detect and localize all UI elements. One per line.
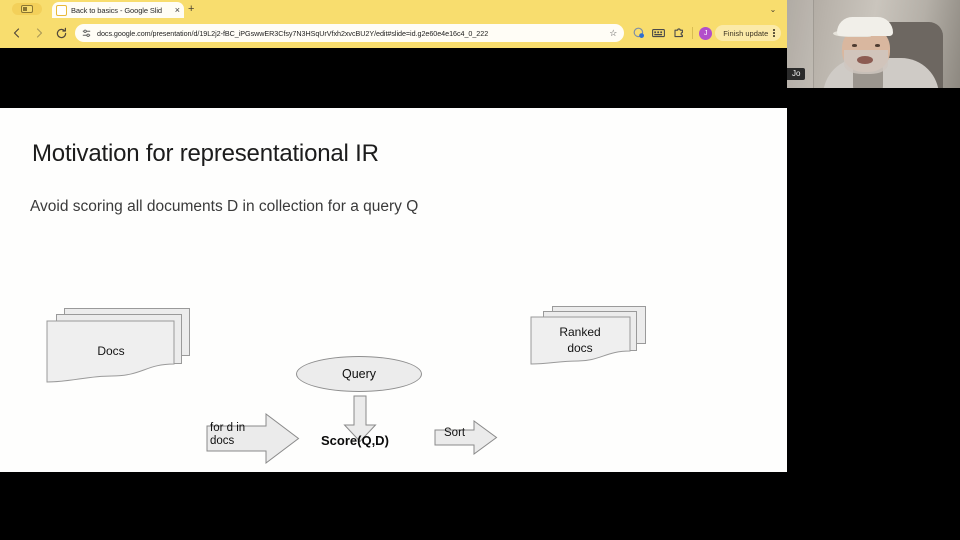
extensions-icon[interactable] [669,24,688,43]
tab-search-glyph [21,5,33,13]
address-bar[interactable]: docs.google.com/presentation/d/19L2j2-fB… [75,24,625,42]
extensions-glyph [674,28,683,38]
webcam-eye-right [875,44,880,47]
webcam-eye-left [852,44,857,47]
browser-tab[interactable]: Back to basics - Google Slid × [52,2,184,18]
query-ellipse: Query [296,356,422,392]
avatar[interactable]: J [699,26,713,40]
chevron-down-icon[interactable]: ⌄ [765,3,781,15]
finish-update-label: Finish update [723,28,769,38]
site-settings-icon[interactable] [82,29,91,38]
back-button[interactable] [6,22,28,44]
right-black-bar [787,88,960,540]
presentation-viewport[interactable]: Motivation for representational IR Avoid… [0,48,787,540]
score-label: Score(Q,D) [321,433,389,448]
arrow-left-icon [13,28,20,38]
forward-button[interactable] [28,22,50,44]
share-screen-icon[interactable] [629,24,648,43]
share-screen-glyph [633,27,644,38]
query-label: Query [341,367,377,381]
docs-sheet-front [46,320,175,383]
arrow-right-icon [36,28,43,38]
reload-icon [56,27,66,38]
loop-arrow-label: for d in docs [210,422,272,448]
slide-canvas[interactable]: Motivation for representational IR Avoid… [0,108,787,472]
webcam-cap [837,17,893,36]
finish-update-button[interactable]: Finish update [715,25,781,41]
docs-stack: Docs [46,308,194,386]
bookmark-star-icon[interactable]: ☆ [609,28,617,38]
url-text: docs.google.com/presentation/d/19L2j2-fB… [97,28,489,38]
sort-arrow-label: Sort [444,427,466,439]
close-icon[interactable]: × [175,5,180,15]
tab-strip: Back to basics - Google Slid × + ⌄ [0,0,787,18]
loop-arrow-label-line1: for d in [210,422,246,434]
sliders-glyph [82,29,91,37]
navigation-toolbar: docs.google.com/presentation/d/19L2j2-fB… [0,18,787,48]
ir-pipeline-diagram: Docs for d in docs Query Score(Q,D) Sort… [0,108,787,472]
media-glyph [652,29,666,38]
new-tab-button[interactable]: + [188,3,194,15]
media-control-icon[interactable] [649,24,668,43]
participant-name-badge: Jo [787,67,806,80]
reload-button[interactable] [50,22,72,44]
browser-window: Back to basics - Google Slid × + ⌄ docs.… [0,0,787,48]
tab-title: Back to basics - Google Slid [71,5,162,15]
tab-search-icon[interactable] [12,3,42,15]
webcam-tile[interactable]: Jo [787,0,960,88]
kebab-menu-icon[interactable] [771,28,777,38]
ranked-sheet-front [530,316,631,365]
screen-root: Back to basics - Google Slid × + ⌄ docs.… [0,0,960,540]
loop-arrow-label-line2: docs [210,435,235,447]
ranked-docs-stack: Ranked docs [530,306,654,368]
webcam-mouth [857,56,873,64]
toolbar-icon-group: J Finish update [629,24,781,43]
toolbar-divider [692,27,694,39]
slides-favicon [56,4,67,16]
